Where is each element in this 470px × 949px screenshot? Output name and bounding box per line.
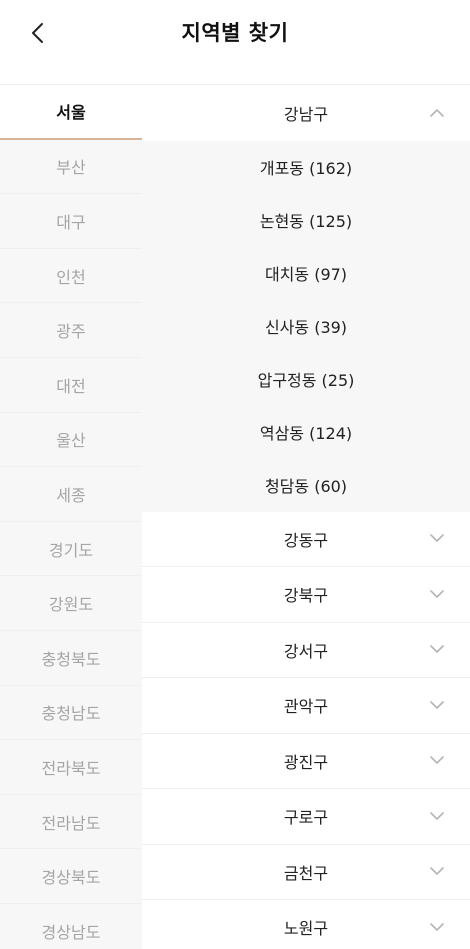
region-item[interactable]: 전라북도 — [0, 740, 142, 795]
district-row[interactable]: 구로구 — [142, 789, 470, 845]
region-item[interactable]: 광주 — [0, 303, 142, 358]
chevron-down-icon — [430, 587, 444, 601]
district-row[interactable]: 강서구 — [142, 623, 470, 678]
district-label: 강북구 — [283, 586, 329, 606]
district-label: 구로구 — [283, 808, 329, 828]
region-item[interactable]: 세종 — [0, 467, 142, 522]
district-panel: 강남구 개포동 (162) 논현동 (125) 대치동 (97) 신사동 (39) 압구… — [142, 85, 470, 949]
region-item[interactable]: 인천 — [0, 249, 142, 304]
district-row[interactable]: 강동구 — [142, 512, 470, 567]
neighborhood-item[interactable]: 신사동 (39) — [142, 300, 470, 353]
neighborhood-item[interactable]: 논현동 (125) — [142, 194, 470, 247]
chevron-up-icon — [430, 106, 444, 120]
page-title: 지역별 찾기 — [181, 21, 289, 45]
region-item[interactable]: 전라남도 — [0, 795, 142, 850]
region-item[interactable]: 충청남도 — [0, 686, 142, 741]
region-item[interactable]: 서울 — [0, 85, 142, 140]
neighborhood-item[interactable]: 청담동 (60) — [142, 459, 470, 512]
region-sidebar: 서울 부산 대구 인천 광주 대전 울산 세종 경기도 강원도 충청북도 충청남도 전라북도 전라남도 경상… — [0, 85, 142, 949]
district-row[interactable]: 금천구 — [142, 845, 470, 900]
district-label: 노원구 — [283, 919, 329, 939]
neighborhood-item[interactable]: 개포동 (162) — [142, 141, 470, 194]
region-item[interactable]: 경상북도 — [0, 849, 142, 904]
region-item[interactable]: 대전 — [0, 358, 142, 413]
neighborhood-item[interactable]: 대치동 (97) — [142, 247, 470, 300]
district-label: 강서구 — [283, 641, 329, 661]
district-row[interactable]: 광진구 — [142, 734, 470, 789]
district-label: 금천구 — [283, 863, 329, 883]
neighborhood-item[interactable]: 역삼동 (124) — [142, 406, 470, 459]
district-label: 관악구 — [283, 697, 329, 717]
neighborhood-list: 개포동 (162) 논현동 (125) 대치동 (97) 신사동 (39) 압구정동 (… — [142, 140, 470, 512]
chevron-down-icon — [430, 865, 444, 879]
region-item[interactable]: 충청북도 — [0, 631, 142, 686]
district-label: 강남구 — [283, 104, 329, 124]
region-item[interactable]: 부산 — [0, 140, 142, 195]
region-item[interactable]: 강원도 — [0, 576, 142, 631]
region-item[interactable]: 울산 — [0, 413, 142, 468]
region-item[interactable]: 경상남도 — [0, 904, 142, 949]
region-item[interactable]: 경기도 — [0, 522, 142, 577]
chevron-down-icon — [430, 809, 444, 823]
chevron-down-icon — [430, 754, 444, 768]
chevron-down-icon — [430, 920, 444, 934]
chevron-down-icon — [430, 532, 444, 546]
district-row[interactable]: 노원구 — [142, 900, 470, 949]
neighborhood-item[interactable]: 압구정동 (25) — [142, 353, 470, 406]
district-label: 강동구 — [283, 530, 329, 550]
region-item[interactable]: 대구 — [0, 194, 142, 249]
district-row[interactable]: 강북구 — [142, 567, 470, 623]
district-label: 광진구 — [283, 752, 329, 772]
header: 지역별 찾기 — [0, 0, 470, 85]
chevron-down-icon — [430, 643, 444, 657]
district-list: 강동구강북구강서구관악구광진구구로구금천구노원구 — [142, 512, 470, 949]
chevron-down-icon — [430, 698, 444, 712]
district-row-expanded[interactable]: 강남구 — [142, 85, 470, 141]
district-row[interactable]: 관악구 — [142, 678, 470, 734]
content-area: 서울 부산 대구 인천 광주 대전 울산 세종 경기도 강원도 충청북도 충청남도 전라북도 전라남도 경상… — [0, 85, 470, 949]
